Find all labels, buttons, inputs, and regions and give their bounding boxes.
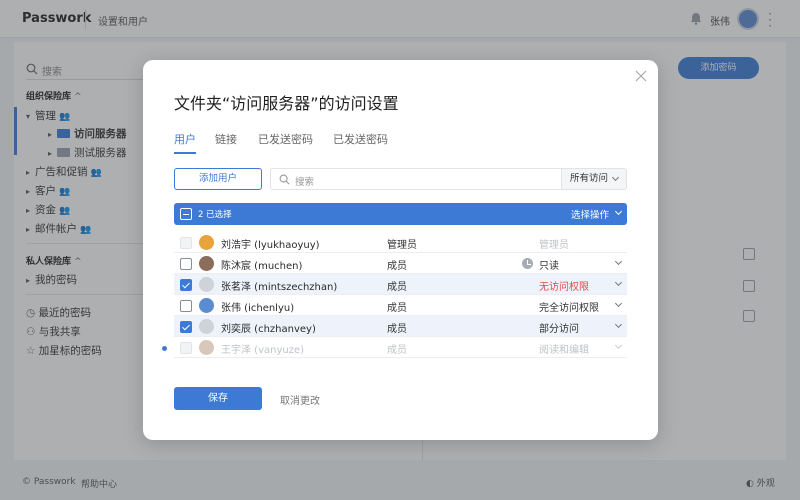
user-role: 管理员	[387, 240, 417, 251]
user-row: 王宇泽 (vanyuze) 成员 阅读和编辑	[174, 337, 627, 358]
access-level-select[interactable]: 完全访问权限	[539, 299, 599, 314]
deselect-all-checkbox[interactable]	[180, 208, 192, 220]
access-filter-value: 所有访问	[570, 173, 609, 184]
chevron-down-icon[interactable]	[614, 257, 623, 266]
user-name: 陈沐宸 (muchen)	[221, 261, 303, 272]
user-name: 王宇泽 (vanyuze)	[221, 345, 305, 356]
row-checkbox[interactable]	[180, 258, 192, 270]
user-row: 张茗泽 (mintszechzhan) 成员 无访问权限	[174, 274, 627, 295]
clock-icon	[522, 258, 533, 269]
selection-count: 2 已选择	[198, 210, 232, 220]
tab-sent-passwords-2[interactable]: 已发送密码	[333, 131, 388, 147]
avatar	[199, 298, 214, 313]
row-checkbox[interactable]	[180, 321, 192, 333]
access-level-select[interactable]: 只读	[539, 257, 559, 272]
avatar	[199, 256, 214, 271]
tab-links[interactable]: 链接	[215, 131, 237, 147]
tab-users[interactable]: 用户	[174, 131, 196, 147]
user-role: 成员	[387, 345, 407, 356]
chevron-down-icon[interactable]	[614, 278, 623, 287]
chevron-down-icon[interactable]	[614, 320, 623, 329]
cancel-changes-button[interactable]: 取消更改	[280, 392, 320, 407]
access-filter-select[interactable]: 所有访问	[562, 168, 627, 190]
avatar	[199, 277, 214, 292]
user-row: 张伟 (ichenlyu) 成员 完全访问权限	[174, 295, 627, 316]
user-search-input[interactable]: 搜索	[270, 168, 562, 190]
user-row: 刘奕辰 (chzhanvey) 成员 部分访问	[174, 316, 627, 337]
avatar	[199, 319, 214, 334]
close-icon[interactable]	[635, 70, 647, 82]
user-role: 成员	[387, 261, 407, 272]
pending-indicator	[162, 346, 167, 351]
user-role: 成员	[387, 324, 407, 335]
user-name: 张伟 (ichenlyu)	[221, 303, 295, 314]
selection-bar: 2 已选择 选择操作	[174, 203, 627, 225]
user-row: 刘浩宇 (lyukhaoyuy) 管理员 管理员	[174, 232, 627, 253]
user-name: 张茗泽 (mintszechzhan)	[221, 282, 338, 293]
tab-sent-passwords[interactable]: 已发送密码	[258, 131, 313, 147]
chevron-down-icon	[611, 173, 620, 182]
search-icon	[279, 174, 290, 185]
chevron-down-icon[interactable]	[614, 299, 623, 308]
active-tab-underline	[174, 152, 196, 154]
search-placeholder: 搜索	[295, 177, 315, 188]
chevron-down-icon[interactable]	[614, 341, 623, 350]
user-name: 刘浩宇 (lyukhaoyuy)	[221, 240, 320, 251]
access-level-select[interactable]: 部分访问	[539, 320, 579, 335]
chevron-down-icon[interactable]	[614, 207, 623, 216]
row-checkbox[interactable]	[180, 279, 192, 291]
row-checkbox	[180, 342, 192, 354]
add-user-button[interactable]: 添加用户	[174, 168, 262, 190]
access-level-select[interactable]: 阅读和编辑	[539, 341, 589, 356]
select-action-dropdown[interactable]: 选择操作	[571, 207, 609, 221]
access-level: 管理员	[539, 240, 569, 251]
user-row: 陈沐宸 (muchen) 成员 只读	[174, 253, 627, 274]
user-name: 刘奕辰 (chzhanvey)	[221, 324, 316, 335]
access-level-select[interactable]: 无访问权限	[539, 278, 589, 293]
save-button[interactable]: 保存	[174, 387, 262, 410]
user-role: 成员	[387, 282, 407, 293]
row-checkbox	[180, 237, 192, 249]
modal-title: 文件夹“访问服务器”的访问设置	[174, 94, 399, 113]
row-checkbox[interactable]	[180, 300, 192, 312]
user-role: 成员	[387, 303, 407, 314]
avatar	[199, 340, 214, 355]
avatar	[199, 235, 214, 250]
